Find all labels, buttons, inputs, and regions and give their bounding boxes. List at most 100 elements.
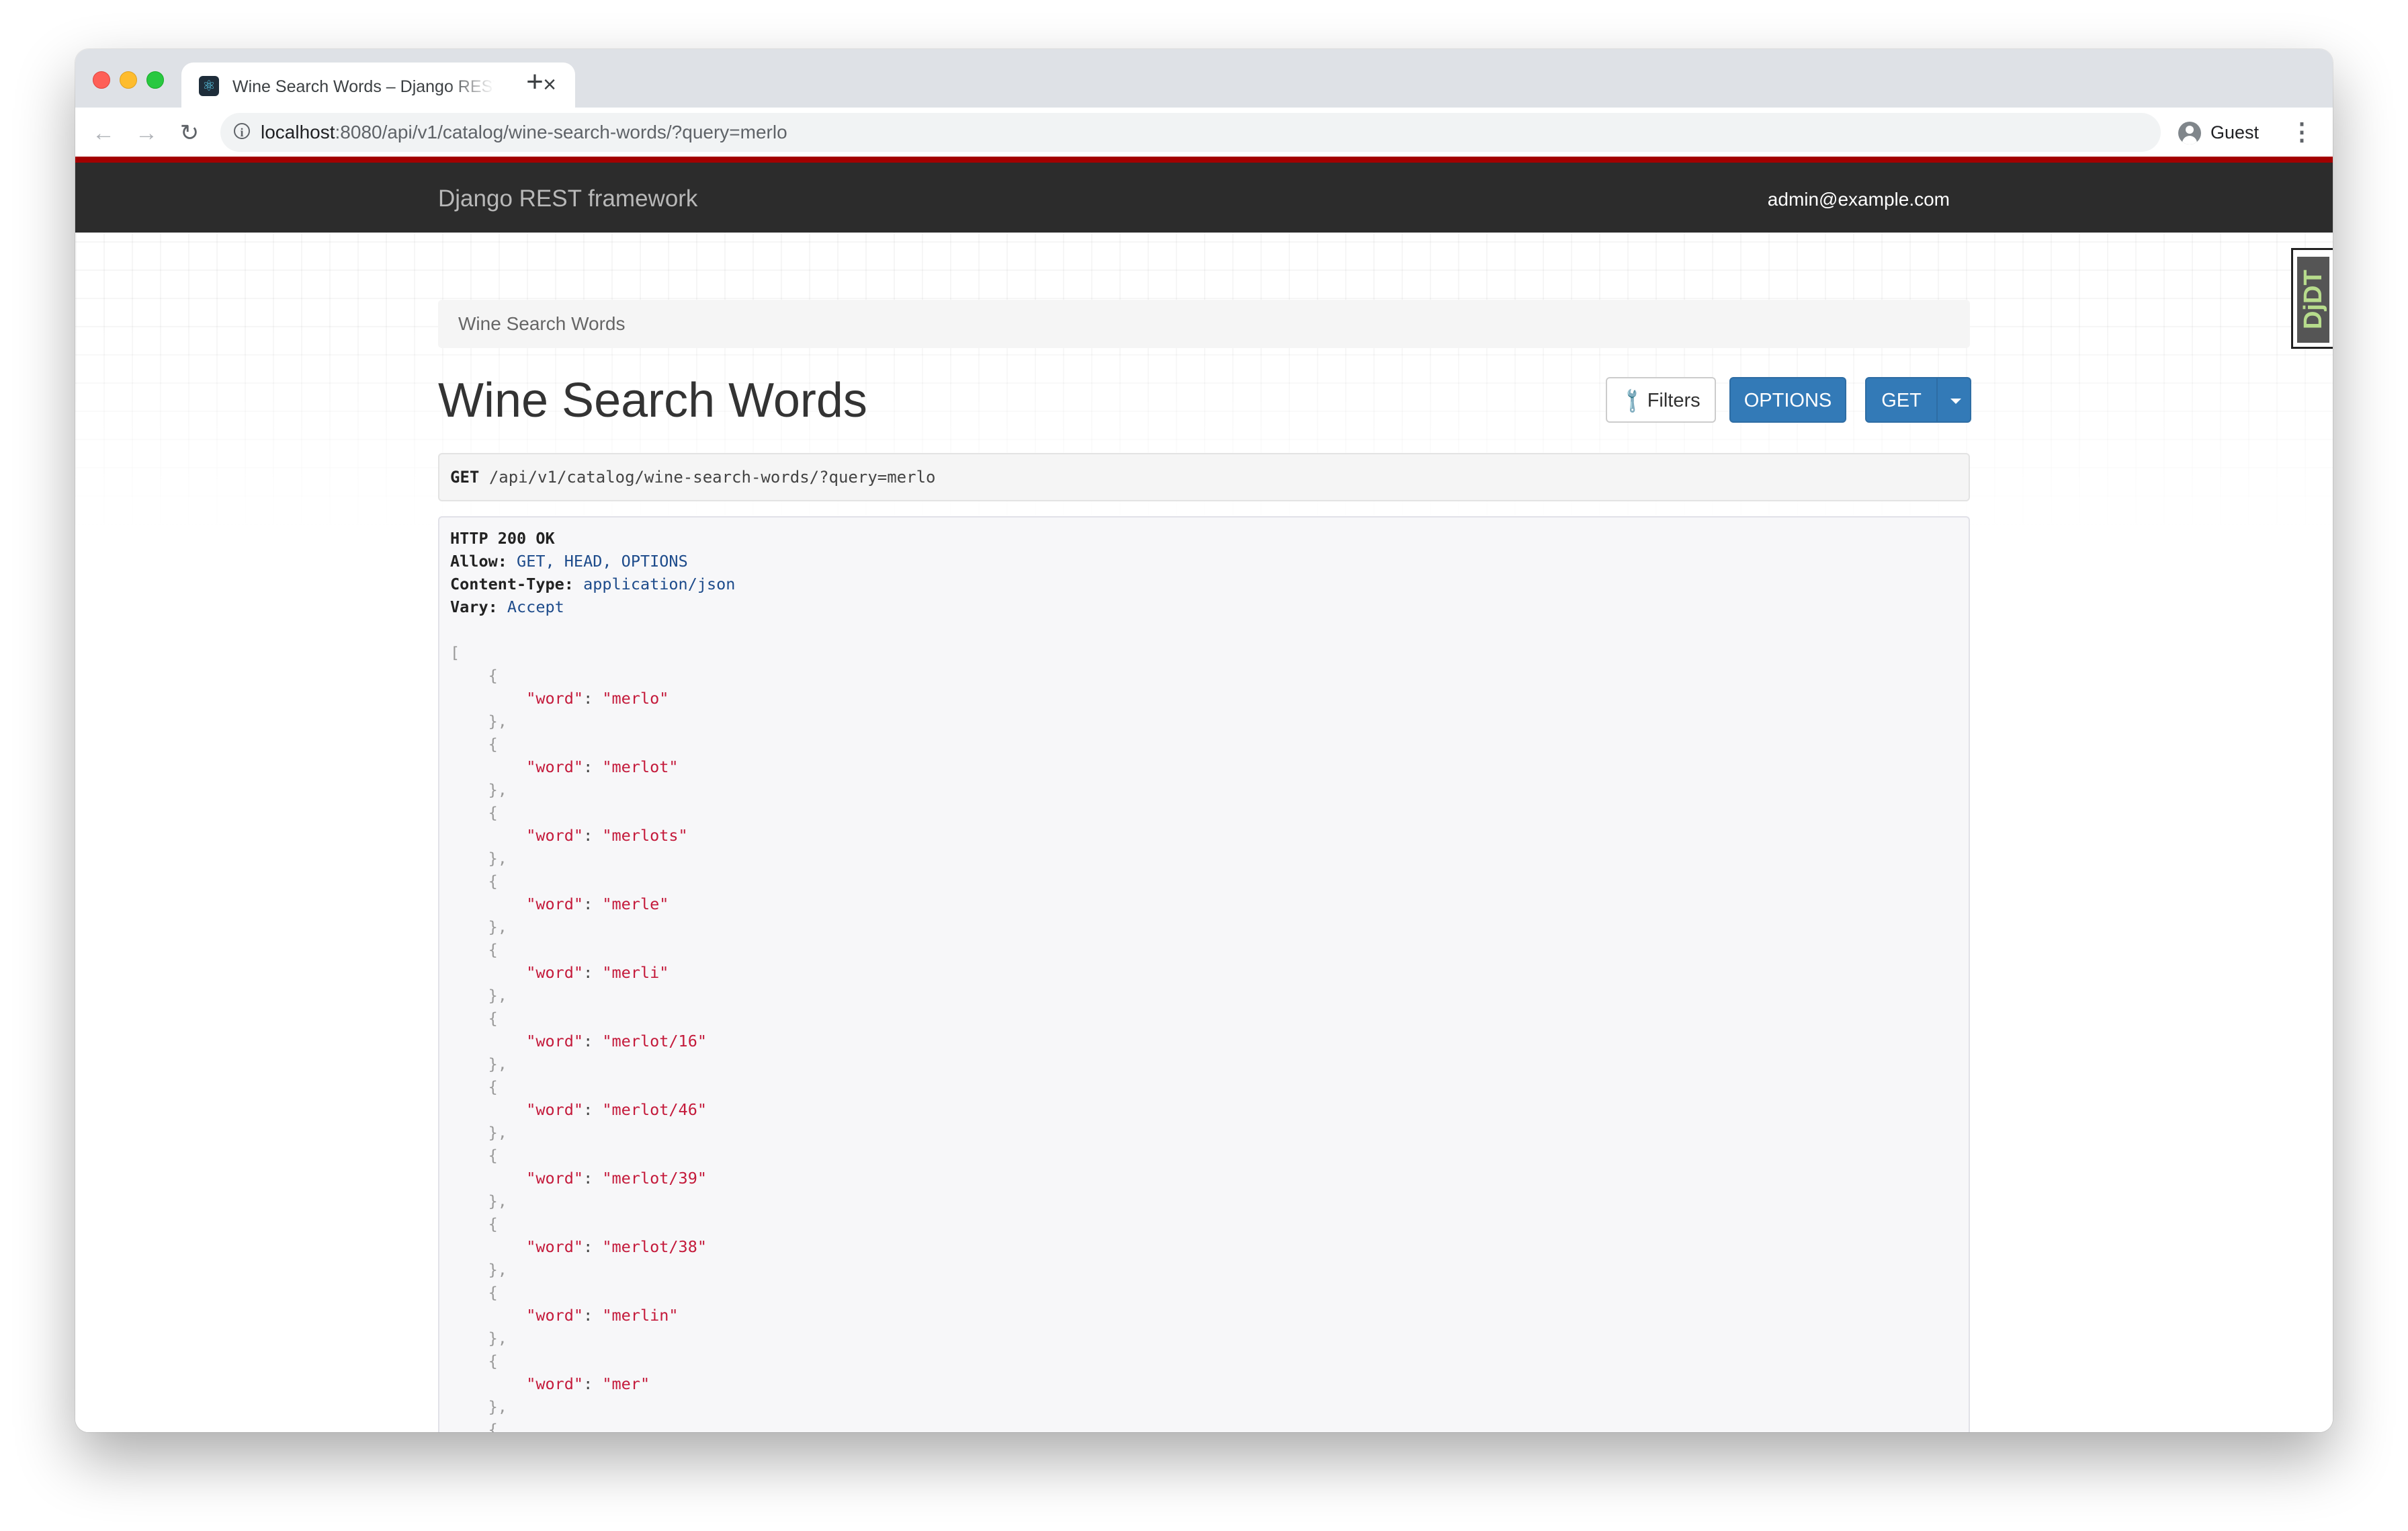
response-info: HTTP 200 OK Allow: GET, HEAD, OPTIONS Con… (438, 516, 1970, 1432)
page-title: Wine Search Words (438, 374, 867, 427)
json-key: "word" (526, 1100, 584, 1119)
response-status: HTTP 200 OK (450, 529, 555, 548)
json-word-value: "merlot/16" (602, 1032, 707, 1050)
json-entry: "word": "merli" (526, 963, 669, 982)
json-key: "word" (526, 1306, 584, 1325)
json-object-open: { (450, 666, 498, 685)
get-format-dropdown[interactable] (1936, 377, 1971, 423)
json-word-value: "merlots" (602, 826, 688, 845)
json-entry: "word": "merlot/46" (526, 1100, 707, 1119)
info-icon[interactable]: i (234, 123, 250, 139)
json-object-close: }, (450, 1054, 507, 1073)
new-tab-icon[interactable]: + (520, 67, 550, 97)
request-method: GET (450, 468, 480, 487)
json-word-value: "merlot/46" (602, 1100, 707, 1119)
browser-tab[interactable]: ⚛ Wine Search Words – Django REST framew… (181, 63, 575, 108)
tab-title: Wine Search Words – Django REST framewor… (232, 77, 494, 96)
json-entry: "word": "merle" (526, 895, 669, 913)
json-object-open: { (450, 1077, 498, 1096)
caret-down-icon (1950, 399, 1961, 404)
response-header-value: GET, HEAD, OPTIONS (517, 552, 688, 571)
debug-toolbar-label: DjDT (2297, 257, 2329, 343)
json-object-open: { (450, 1420, 498, 1432)
response-header-line: Content-Type: application/json (450, 575, 736, 593)
tab-strip: ⚛ Wine Search Words – Django REST framew… (75, 49, 2333, 108)
response-body: [ { "word": "merlo" }, { "word": "merlot… (450, 641, 1958, 1432)
browser-window: ⚛ Wine Search Words – Django REST framew… (75, 49, 2333, 1432)
json-object-open: { (450, 1146, 498, 1165)
json-key: "word" (526, 689, 584, 708)
json-object-close: }, (450, 1123, 507, 1142)
json-object-open: { (450, 872, 498, 891)
response-header-name: Allow (450, 552, 498, 571)
json-object-close: }, (450, 1192, 507, 1210)
json-object-open: { (450, 940, 498, 959)
window-maximize-button[interactable] (146, 71, 164, 89)
json-entry: "word": "merlot/16" (526, 1032, 707, 1050)
window-minimize-button[interactable] (120, 71, 137, 89)
profile-name: Guest (2210, 122, 2260, 142)
response-header-value: Accept (507, 597, 564, 616)
back-arrow-icon[interactable]: ← (89, 118, 118, 148)
json-object-open: { (450, 803, 498, 822)
address-bar[interactable]: i localhost:8080/api/v1/catalog/wine-sea… (220, 113, 2161, 152)
json-object-close: }, (450, 1329, 507, 1348)
json-word-value: "merle" (602, 895, 669, 913)
json-object-close: }, (450, 986, 507, 1005)
window-close-button[interactable] (93, 71, 110, 89)
forward-arrow-icon[interactable]: → (132, 118, 161, 148)
django-favicon-icon: ⚛ (199, 76, 219, 96)
response-header-value: application/json (583, 575, 736, 593)
response-header-name: Content-Type (450, 575, 564, 593)
navbar-brand[interactable]: Django REST framework (438, 185, 697, 212)
json-object-close: }, (450, 1260, 507, 1279)
response-header-name: Vary (450, 597, 488, 616)
json-entry: "word": "merlot/38" (526, 1237, 707, 1256)
profile-button[interactable]: Guest (2173, 113, 2274, 152)
get-button[interactable]: GET (1865, 377, 1938, 423)
json-key: "word" (526, 1169, 584, 1188)
accent-bar (75, 157, 2333, 163)
json-object-close: }, (450, 917, 507, 936)
navbar: Django REST framework admin@example.com (75, 163, 2333, 233)
url-path: :8080/api/v1/catalog/wine-search-words/?… (335, 122, 787, 142)
json-object-close: }, (450, 712, 507, 731)
json-object-open: { (450, 1352, 498, 1370)
filters-button[interactable]: 🔧Filters (1606, 377, 1716, 423)
json-entry: "word": "merlot" (526, 757, 679, 776)
json-key: "word" (526, 963, 584, 982)
json-word-value: "merlot/39" (602, 1169, 707, 1188)
json-word-value: "merlot/38" (602, 1237, 707, 1256)
json-word-value: "mer" (602, 1374, 650, 1393)
json-object-close: }, (450, 849, 507, 868)
json-object-open: { (450, 1214, 498, 1233)
json-entry: "word": "merlo" (526, 689, 669, 708)
json-entry: "word": "mer" (526, 1374, 650, 1393)
response-header-line: Vary: Accept (450, 597, 564, 616)
kebab-menu-icon[interactable]: ⋮ (2290, 117, 2314, 147)
avatar-icon (2178, 122, 2201, 144)
json-object-close: }, (450, 1397, 507, 1416)
request-path: /api/v1/catalog/wine-search-words/?query… (488, 468, 936, 487)
breadcrumb-current: Wine Search Words (458, 313, 626, 334)
response-headers: Allow: GET, HEAD, OPTIONS Content-Type: a… (450, 550, 1958, 618)
response-header-line: Allow: GET, HEAD, OPTIONS (450, 552, 688, 571)
user-menu[interactable]: admin@example.com (1768, 188, 1950, 211)
json-key: "word" (526, 1374, 584, 1393)
json-key: "word" (526, 895, 584, 913)
reload-icon[interactable]: ↻ (175, 118, 204, 148)
json-word-value: "merlo" (602, 689, 669, 708)
debug-toolbar-handle[interactable]: DjDT (2291, 248, 2333, 349)
json-key: "word" (526, 1237, 584, 1256)
json-entry: "word": "merlots" (526, 826, 688, 845)
json-key: "word" (526, 826, 584, 845)
json-object-open: { (450, 1009, 498, 1028)
json-key: "word" (526, 757, 584, 776)
json-entry: "word": "merlot/39" (526, 1169, 707, 1188)
url-text[interactable]: localhost:8080/api/v1/catalog/wine-searc… (261, 122, 787, 143)
json-entry: "word": "merlin" (526, 1306, 679, 1325)
page-viewport: Django REST framework admin@example.com … (75, 157, 2333, 1432)
options-button[interactable]: OPTIONS (1729, 377, 1846, 423)
json-array-open: [ (450, 643, 460, 662)
breadcrumb: Wine Search Words (438, 300, 1970, 348)
